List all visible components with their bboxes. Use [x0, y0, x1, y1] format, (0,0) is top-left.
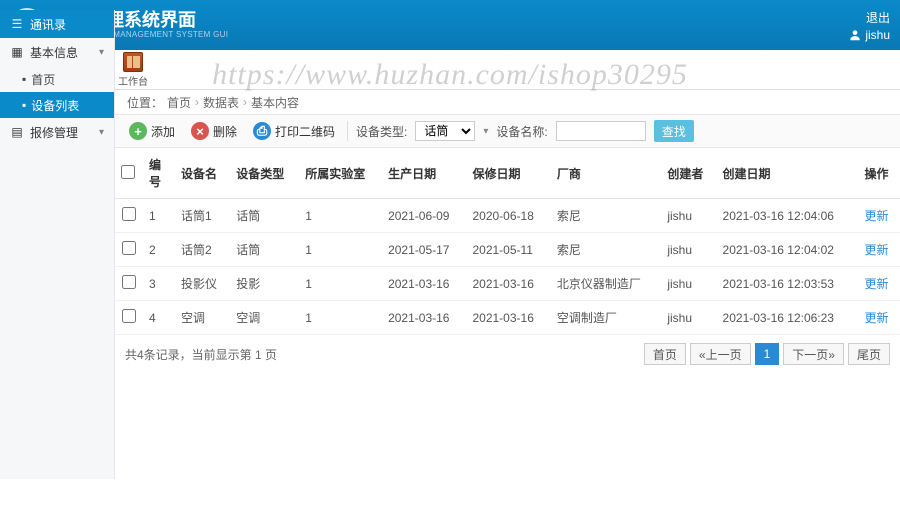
contacts-icon: ☰ — [10, 17, 24, 31]
table-header-row: 编号 设备名 设备类型 所属实验室 生产日期 保修日期 厂商 创建者 创建日期 … — [115, 148, 900, 199]
device-type-select[interactable]: 话筒 — [415, 121, 475, 141]
device-table: 编号 设备名 设备类型 所属实验室 生产日期 保修日期 厂商 创建者 创建日期 … — [115, 148, 900, 335]
page-1[interactable]: 1 — [755, 343, 780, 365]
table-row: 4空调空调12021-03-162021-03-16空调制造厂jishu2021… — [115, 301, 900, 335]
page-last[interactable]: 尾页 — [848, 343, 890, 365]
main-content: 工作台 位置： 首页 › 数据表 › 基本内容 + 添加 × 删除 ⎙ 打印二维… — [115, 50, 900, 519]
doc-icon: ▤ — [10, 125, 24, 139]
row-checkbox[interactable] — [122, 207, 136, 221]
sidebar-section-basic[interactable]: ▦ 基本信息 ▾ — [0, 38, 114, 66]
row-checkbox[interactable] — [122, 241, 136, 255]
update-link[interactable]: 更新 — [859, 301, 900, 335]
pager: 首页 «上一页 1 下一页» 尾页 — [644, 343, 890, 365]
sidebar: ☰ 通讯录 ▦ 基本信息 ▾ ▪ 首页 ▪ 设备列表 ▤ 报修管理 ▾ — [0, 10, 115, 479]
select-all-checkbox[interactable] — [121, 165, 135, 179]
table-row: 1话筒1话筒12021-06-092020-06-18索尼jishu2021-0… — [115, 199, 900, 233]
sidebar-item-device-list[interactable]: ▪ 设备列表 — [0, 92, 114, 118]
page-first[interactable]: 首页 — [644, 343, 686, 365]
workbench-icon — [123, 52, 143, 72]
user-menu[interactable]: jishu — [848, 28, 890, 42]
print-icon: ⎙ — [253, 122, 271, 140]
update-link[interactable]: 更新 — [859, 199, 900, 233]
breadcrumb-data[interactable]: 数据表 — [203, 94, 239, 111]
update-link[interactable]: 更新 — [859, 267, 900, 301]
grid-icon: ▦ — [10, 45, 24, 59]
toolbar: + 添加 × 删除 ⎙ 打印二维码 设备类型: 话筒 ▾ 设备名称: 查找 — [115, 114, 900, 148]
breadcrumb: 位置： 首页 › 数据表 › 基本内容 — [115, 90, 900, 114]
name-label: 设备名称: — [496, 123, 547, 140]
page-next[interactable]: 下一页» — [783, 343, 844, 365]
chevron-down-icon: ▾ — [99, 127, 104, 138]
app-header: 信息管理系统界面 INFORMATION MANAGEMENT SYSTEM G… — [0, 0, 900, 50]
user-name: jishu — [865, 28, 890, 42]
dot-icon: ▪ — [22, 98, 26, 112]
breadcrumb-home[interactable]: 首页 — [167, 94, 191, 111]
tab-workbench[interactable]: 工作台 — [115, 52, 151, 88]
type-label: 设备类型: — [356, 123, 407, 140]
user-icon — [848, 28, 862, 42]
table-footer: 共4条记录，当前显示第 1 页 首页 «上一页 1 下一页» 尾页 — [115, 335, 900, 373]
sidebar-section-contacts[interactable]: ☰ 通讯录 — [0, 10, 114, 38]
row-checkbox[interactable] — [122, 275, 136, 289]
update-link[interactable]: 更新 — [859, 233, 900, 267]
print-qr-button[interactable]: ⎙ 打印二维码 — [249, 120, 339, 142]
logout-link[interactable]: 退出 — [848, 9, 890, 26]
dot-icon: ▪ — [22, 72, 26, 86]
x-icon: × — [191, 122, 209, 140]
page-prev[interactable]: «上一页 — [690, 343, 751, 365]
device-name-input[interactable] — [556, 121, 646, 141]
table-row: 3投影仪投影12021-03-162021-03-16北京仪器制造厂jishu2… — [115, 267, 900, 301]
add-button[interactable]: + 添加 — [125, 120, 179, 142]
sidebar-item-home[interactable]: ▪ 首页 — [0, 66, 114, 92]
chevron-down-icon: ▾ — [483, 126, 488, 137]
chevron-down-icon: ▾ — [99, 47, 104, 58]
tabbar: 工作台 — [0, 50, 900, 90]
table-row: 2话筒2话筒12021-05-172021-05-11索尼jishu2021-0… — [115, 233, 900, 267]
delete-button[interactable]: × 删除 — [187, 120, 241, 142]
breadcrumb-basic: 基本内容 — [251, 94, 299, 111]
search-button[interactable]: 查找 — [654, 120, 694, 142]
sidebar-section-repair[interactable]: ▤ 报修管理 ▾ — [0, 118, 114, 146]
record-summary: 共4条记录，当前显示第 1 页 — [125, 346, 277, 363]
row-checkbox[interactable] — [122, 309, 136, 323]
plus-icon: + — [129, 122, 147, 140]
